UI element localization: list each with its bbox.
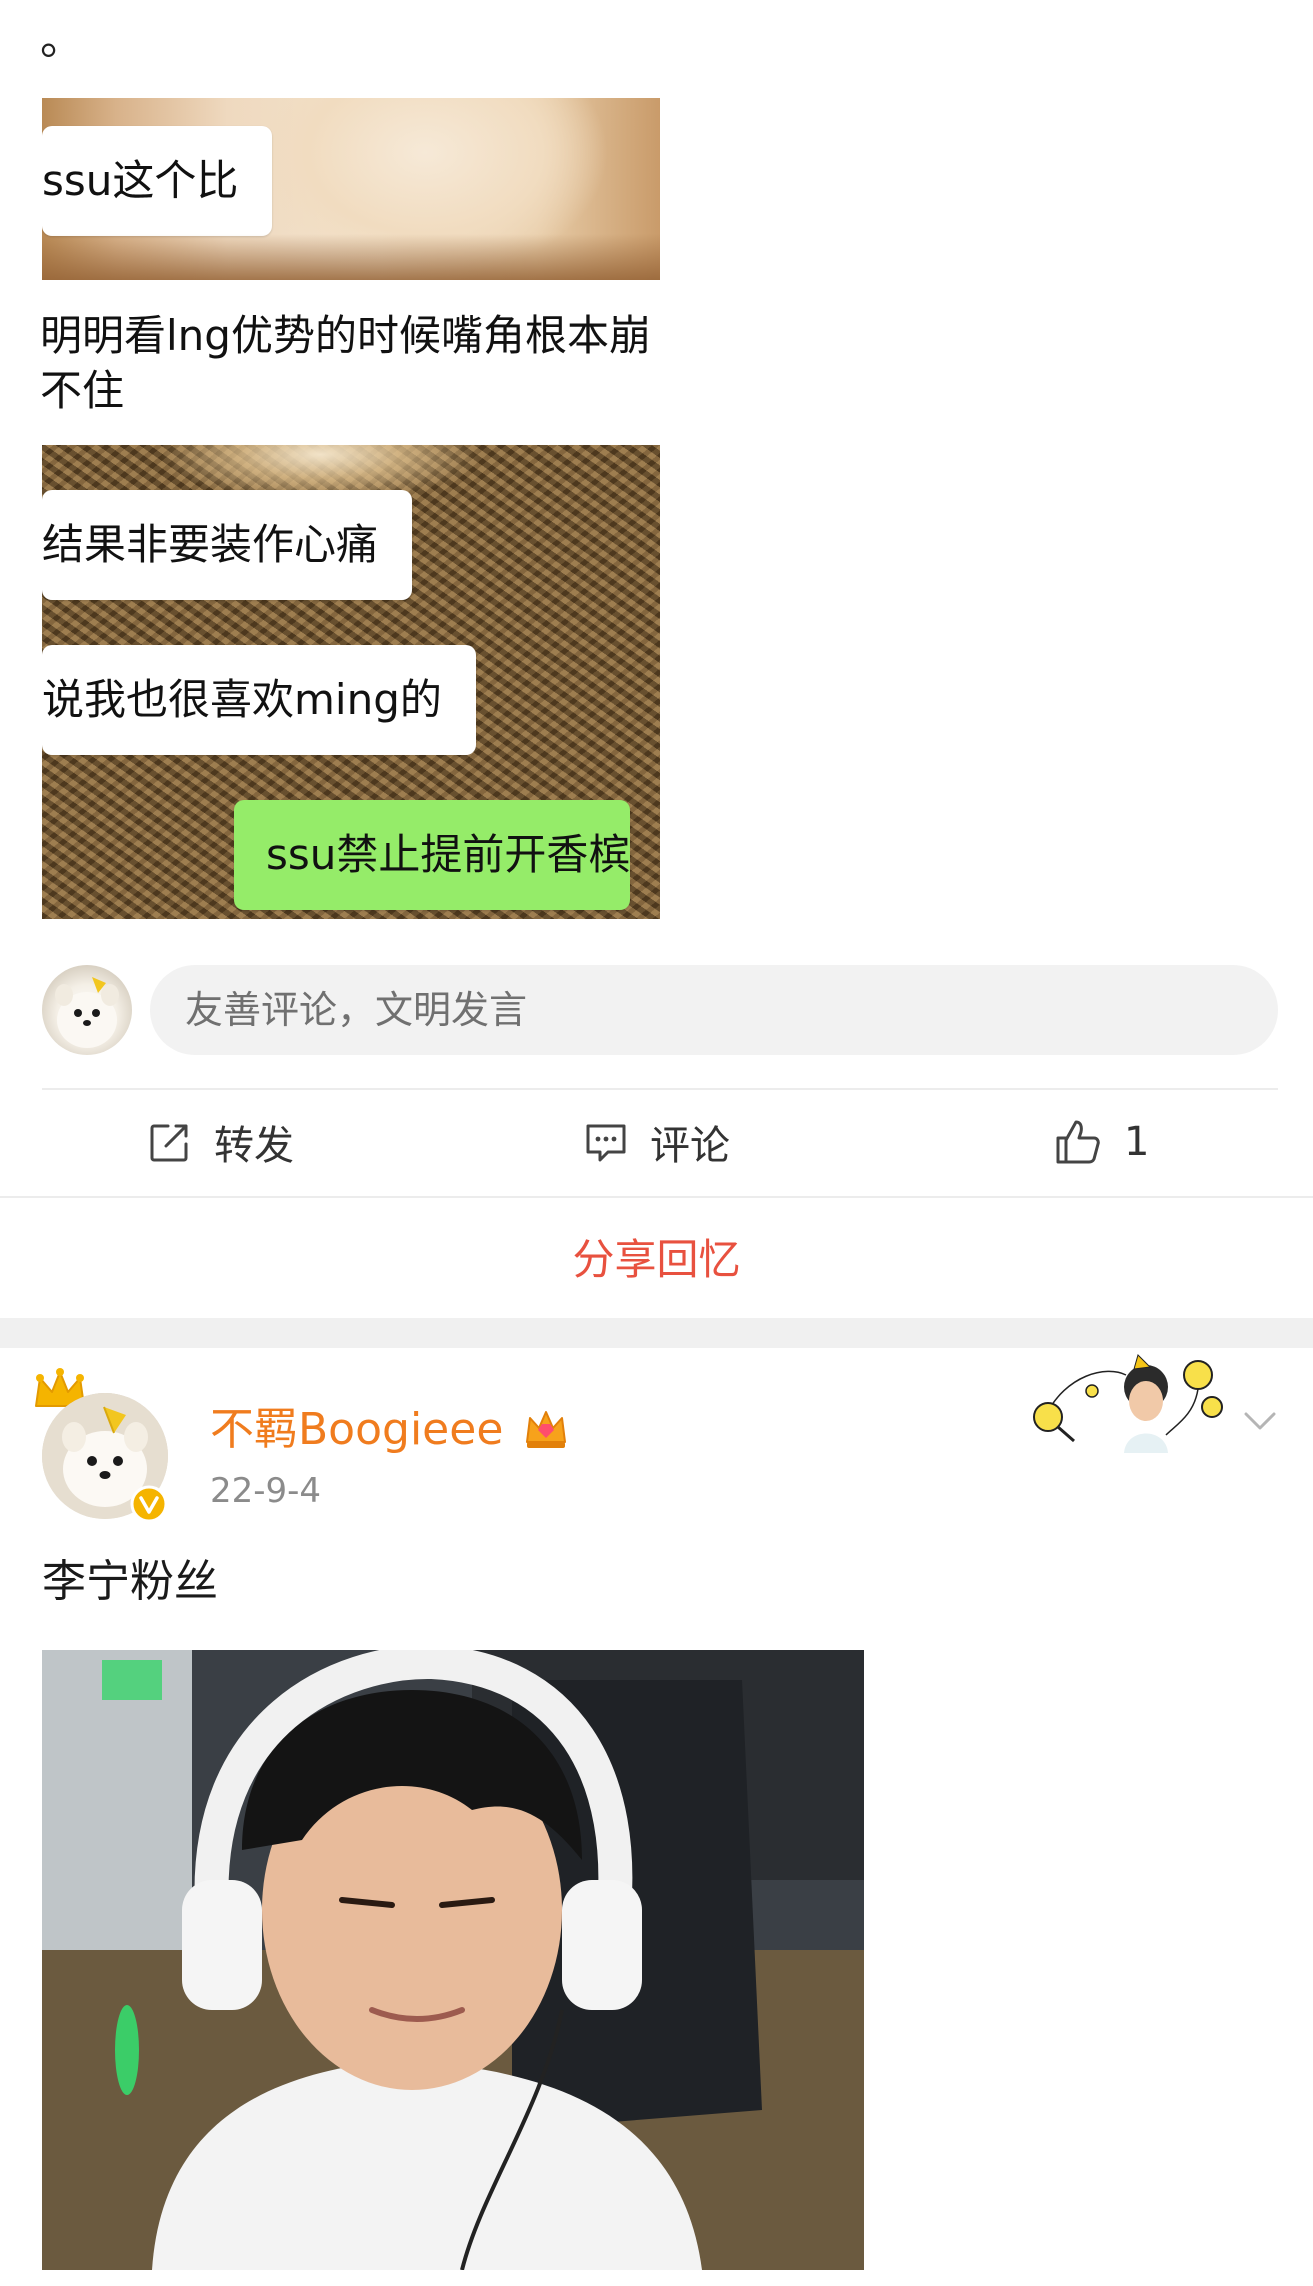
- chat-bubble: 结果非要装作心痛: [42, 490, 413, 600]
- current-user-avatar[interactable]: [42, 965, 132, 1055]
- comment-icon: [586, 1124, 626, 1162]
- like-button[interactable]: 1: [1054, 1110, 1149, 1174]
- comment-button[interactable]: 评论: [584, 1110, 730, 1174]
- feed-separator: [0, 1318, 1313, 1348]
- like-count: 1: [1124, 1119, 1150, 1165]
- chevron-down-icon[interactable]: [1240, 1400, 1280, 1444]
- chat-screenshot-bottom[interactable]: 结果非要装作心痛 说我也很喜欢ming的 ssu禁止提前开香槟: [42, 445, 660, 919]
- repost-icon: [150, 1124, 188, 1162]
- verified-badge-icon: [130, 1485, 168, 1527]
- person-photo-icon: [42, 1650, 864, 2270]
- username-text: 不羁Boogieee: [210, 1404, 504, 1455]
- repost-button[interactable]: 转发: [148, 1110, 294, 1174]
- chat-bubble: 说我也很喜欢ming的: [42, 645, 476, 755]
- divider: [42, 1088, 1278, 1090]
- pomeranian-avatar-icon: [55, 977, 119, 1048]
- username[interactable]: 不羁Boogieee: [210, 1398, 569, 1468]
- repost-label: 转发: [214, 1123, 294, 1169]
- chat-caption-text: 明明看lng优势的时候嘴角根本崩不住: [40, 311, 651, 415]
- comment-label: 评论: [650, 1123, 730, 1169]
- post-image[interactable]: [42, 1650, 864, 2270]
- card-decoration: [1026, 1345, 1236, 1459]
- post-text: 李宁粉丝: [42, 1556, 218, 1607]
- chat-screenshot-top[interactable]: ssu这个比: [42, 98, 660, 280]
- post-timestamp: 22-9-4: [210, 1471, 322, 1511]
- share-memory-button[interactable]: 分享回忆: [0, 1228, 1313, 1292]
- comment-input[interactable]: 友善评论，文明发言: [150, 965, 1278, 1055]
- chat-bubble-self: ssu禁止提前开香槟: [234, 800, 631, 910]
- post-trailing-text: 。: [40, 14, 84, 65]
- vip-crown-icon: [523, 1404, 569, 1468]
- chat-bubble: ssu这个比: [42, 126, 273, 236]
- divider: [0, 1196, 1313, 1198]
- thumbs-up-icon: [1056, 1120, 1100, 1164]
- badminton-decoration-icon: [1033, 1354, 1223, 1453]
